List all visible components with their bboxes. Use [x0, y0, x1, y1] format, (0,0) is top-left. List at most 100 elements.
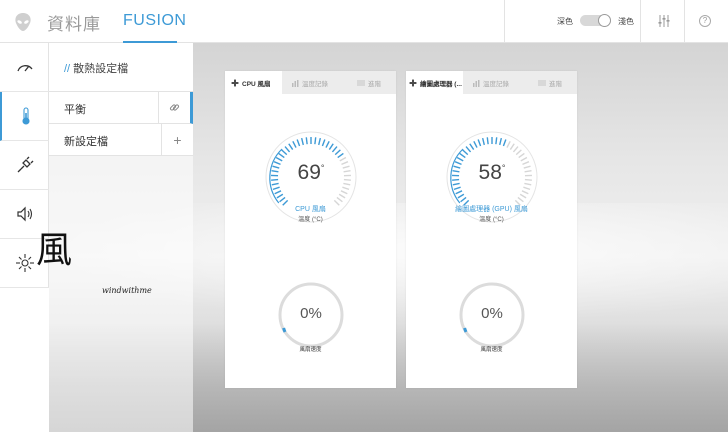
- theme-toggle-knob[interactable]: [598, 14, 611, 27]
- temperature-value: 58°: [444, 161, 540, 185]
- temperature-number: 69: [297, 161, 321, 184]
- gauge-tick: [459, 152, 466, 159]
- tab-label: 溫度記錄: [483, 80, 509, 88]
- gauge-tick: [509, 143, 515, 150]
- tab-label: 繪圖處理器 (...: [420, 80, 462, 88]
- svg-text:風: 風: [36, 230, 72, 270]
- plus-icon[interactable]: +: [161, 124, 193, 155]
- temperature-number: 58: [478, 161, 502, 184]
- gauge-tick: [318, 137, 322, 146]
- gauge-tick: [281, 149, 288, 156]
- gauge-tick: [495, 137, 498, 145]
- tab-advanced[interactable]: 進階: [343, 71, 395, 94]
- tab-temperature-log[interactable]: 溫度記錄: [466, 71, 522, 94]
- degree-symbol: °: [320, 163, 325, 173]
- card-tabs: CPU 風扇 溫度記錄 進階: [225, 71, 396, 94]
- fan-name-label: 繪圖處理器 (GPU) 風扇: [455, 206, 528, 213]
- profile-name: 新設定檔: [64, 136, 108, 148]
- gauge-tick: [518, 152, 525, 159]
- fan-name-label: CPU 風扇: [295, 206, 326, 213]
- gauge-tick: [519, 193, 527, 199]
- tab-advanced[interactable]: 進階: [524, 71, 576, 94]
- gauge-tick: [453, 186, 461, 191]
- gauge-tick: [300, 137, 304, 146]
- gauge-tick: [314, 137, 317, 145]
- gauge-tick: [338, 193, 346, 199]
- gauge-icon: [16, 65, 33, 72]
- gauge-tick: [325, 141, 330, 148]
- profiles-header: //散熱設定檔: [49, 43, 193, 92]
- gauge-tick: [502, 139, 507, 147]
- power-plug-icon: [17, 156, 33, 173]
- gauge-tick: [469, 143, 475, 150]
- gauge-tick: [455, 190, 463, 195]
- gauge-tick: [337, 152, 344, 159]
- gauge-tick: [292, 141, 297, 148]
- theme-toggle[interactable]: [580, 14, 611, 27]
- temperature-unit-label: 溫度 (°C): [479, 217, 504, 223]
- sidebar-item-thermal[interactable]: [0, 92, 49, 141]
- fan-icon: [409, 78, 417, 87]
- link-icon[interactable]: [158, 92, 190, 123]
- gauge-tick: [340, 190, 348, 195]
- gpu-fan-card: 繪圖處理器 (... 溫度記錄 進階 58° 繪圖處理器 (GPU) 風扇 溫度…: [406, 71, 577, 388]
- tab-label: 溫度記錄: [302, 80, 328, 88]
- tab-label: 進階: [368, 80, 381, 88]
- gauge-tick: [276, 193, 284, 199]
- gauge-tick: [499, 137, 503, 146]
- header-divider: [504, 0, 505, 43]
- gauge-tick: [342, 186, 350, 191]
- thermometer-icon: [21, 107, 30, 125]
- gauge-tick: [305, 137, 308, 145]
- profile-item-new[interactable]: 新設定檔 +: [49, 124, 193, 156]
- tab-fan[interactable]: 繪圖處理器 (...: [406, 71, 463, 94]
- fan-speed-label: 風扇速度: [299, 347, 322, 353]
- sidebar-item-power[interactable]: [0, 141, 49, 190]
- equalizer-icon[interactable]: [657, 14, 671, 28]
- top-bar: 資料庫 FUSION 深色 淺色 ?: [0, 0, 728, 43]
- brightness-icon: [15, 254, 34, 272]
- alien-logo-icon[interactable]: [12, 11, 34, 33]
- help-icon[interactable]: ?: [699, 15, 711, 27]
- gauge-tick: [331, 146, 338, 153]
- gauge-tick: [278, 152, 285, 159]
- gauge-tick: [274, 190, 282, 195]
- tab-temperature-log[interactable]: 溫度記錄: [285, 71, 341, 94]
- gauge-tick: [328, 143, 334, 150]
- chart-icon: [292, 79, 299, 87]
- gauge-tick: [272, 186, 280, 191]
- gauge-tick: [477, 139, 482, 147]
- sliders-icon: [357, 80, 365, 85]
- profiles-title: //散熱設定檔: [64, 60, 128, 76]
- sliders-icon: [538, 80, 546, 85]
- tab-label: CPU 風扇: [242, 80, 271, 88]
- fan-speed-value: 0%: [300, 305, 322, 322]
- title-prefix: //: [64, 63, 71, 75]
- gauge-tick: [334, 149, 341, 156]
- tab-library[interactable]: 資料庫: [47, 10, 101, 35]
- watermark-text: windwithme: [102, 286, 152, 295]
- profile-name: 平衡: [64, 104, 86, 116]
- header-divider: [640, 0, 641, 43]
- gauge-tick: [462, 149, 469, 156]
- gauge-tick: [284, 146, 291, 153]
- sidebar-item-performance[interactable]: [0, 43, 49, 92]
- gauge-tick: [486, 137, 489, 145]
- theme-dark-label: 深色: [557, 17, 573, 26]
- gauge-tick: [457, 193, 465, 199]
- tab-label: 進階: [549, 80, 562, 88]
- temperature-unit-label: 溫度 (°C): [298, 217, 323, 223]
- gauge-tick: [481, 137, 485, 146]
- gauge-tick: [460, 196, 467, 203]
- tab-fan[interactable]: CPU 風扇: [225, 71, 282, 94]
- gauge-tick: [473, 141, 478, 148]
- profile-item-balanced[interactable]: 平衡: [49, 92, 193, 124]
- fan-speed-label: 風扇速度: [480, 347, 503, 353]
- gauge-tick: [521, 190, 529, 195]
- tab-fusion[interactable]: FUSION: [123, 0, 186, 43]
- gauge-tick: [279, 196, 286, 203]
- gauge-tick: [465, 146, 472, 153]
- gauge-tick: [523, 186, 531, 191]
- fan-speed-value: 0%: [481, 305, 503, 322]
- gauge-tick: [517, 196, 524, 203]
